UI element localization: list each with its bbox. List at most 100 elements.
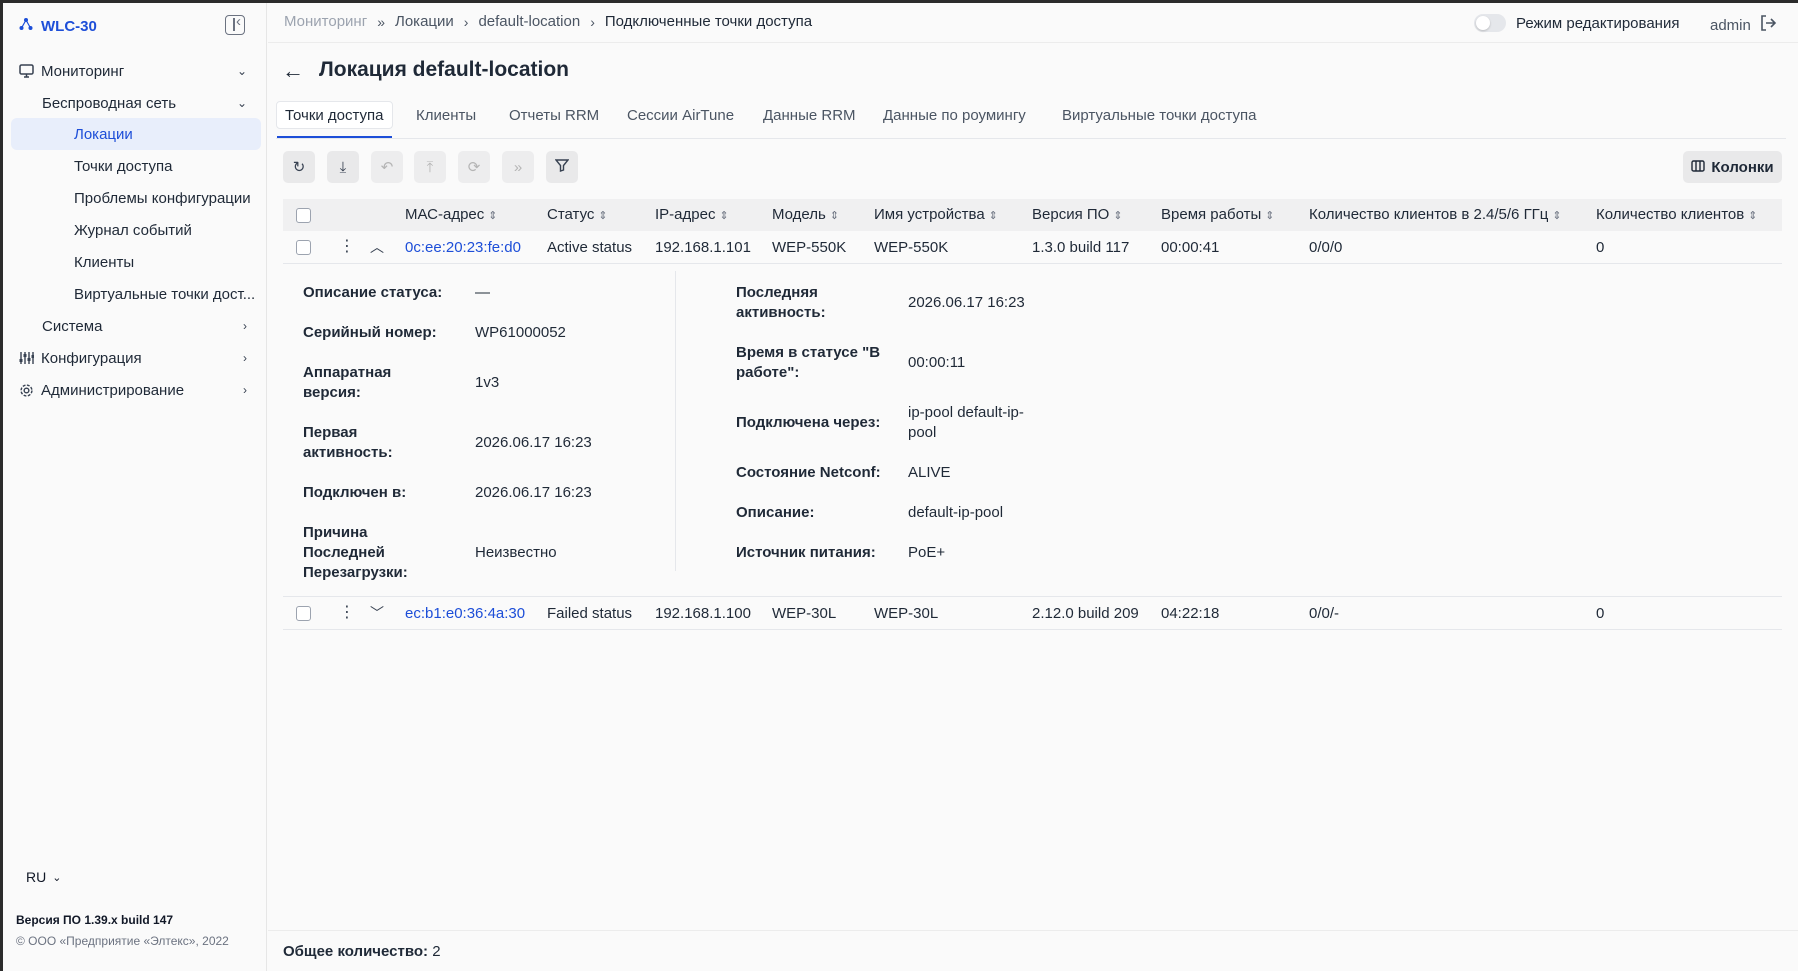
- language-value: RU: [26, 869, 47, 885]
- tab-rrm-data[interactable]: Данные RRM: [755, 101, 864, 129]
- detail-value: 1v3: [475, 374, 500, 391]
- edit-mode-toggle[interactable]: [1474, 14, 1506, 32]
- row-details-panel: Описание статуса: — Серийный номер: WP61…: [283, 265, 1782, 597]
- sidebar-item-configuration[interactable]: Конфигурация ›: [17, 342, 247, 374]
- sidebar-item-locations[interactable]: Локации: [11, 118, 261, 150]
- column-header-device-name[interactable]: Имя устройства ⇕: [874, 206, 998, 223]
- sidebar-item-config-problems[interactable]: Проблемы конфигурации: [74, 182, 251, 214]
- breadcrumb-item[interactable]: default-location: [478, 13, 580, 30]
- sidebar-item-access-points[interactable]: Точки доступа: [74, 150, 173, 182]
- sync-button[interactable]: ⟳: [458, 151, 490, 183]
- sidebar-item-label: Администрирование: [41, 381, 185, 399]
- header-label: МАС-адрес: [405, 206, 485, 223]
- column-header-uptime[interactable]: Время работы ⇕: [1161, 206, 1274, 223]
- tab-airtune-sessions[interactable]: Сессии AirTune: [619, 101, 742, 129]
- sort-icon: ⇕: [719, 210, 729, 222]
- more-vertical-icon[interactable]: ⋮: [339, 602, 355, 622]
- upload-button[interactable]: ⤒: [414, 151, 446, 183]
- chevron-down-icon: ⌄: [236, 96, 247, 110]
- breadcrumb: Мониторинг » Локации › default-location …: [284, 13, 812, 30]
- clients-band-cell: 0/0/0: [1309, 239, 1343, 256]
- sort-icon: ⇕: [1265, 210, 1275, 222]
- refresh-icon: ↻: [292, 159, 306, 176]
- undo-icon: ↶: [380, 159, 394, 176]
- status-cell: Active status: [547, 239, 633, 256]
- sort-icon: ⇕: [488, 210, 498, 222]
- device-name-cell: WEP-30L: [874, 605, 939, 622]
- tab-access-points[interactable]: Точки доступа: [276, 101, 393, 138]
- logout-icon[interactable]: [1759, 14, 1777, 36]
- detail-value: ALIVE: [908, 464, 951, 481]
- column-header-clients[interactable]: Количество клиентов ⇕: [1596, 206, 1757, 223]
- filter-button[interactable]: [546, 151, 578, 183]
- app-name: WLC-30: [41, 17, 97, 35]
- tab-virtual-aps[interactable]: Виртуальные точки доступа: [1054, 101, 1265, 129]
- copyright: © ООО «Предприятие «Элтекс», 2022: [16, 934, 229, 948]
- top-header: Мониторинг » Локации › default-location …: [268, 3, 1798, 43]
- detail-label: Серийный номер:: [303, 324, 437, 341]
- sidebar-item-label: Виртуальные точки дост...: [74, 285, 256, 303]
- chevron-right-icon: ›: [243, 383, 247, 397]
- detail-label: Последняя активность:: [736, 284, 826, 321]
- row-checkbox[interactable]: [296, 606, 311, 621]
- breadcrumb-item[interactable]: Мониторинг: [284, 13, 367, 30]
- mac-link[interactable]: 0c:ee:20:23:fe:d0: [405, 239, 521, 256]
- table-row[interactable]: ⋮ ﹀ ec:b1:e0:36:4a:30 Failed status 192.…: [283, 597, 1782, 630]
- tab-rrm-reports[interactable]: Отчеты RRM: [501, 101, 607, 129]
- columns-button[interactable]: Колонки: [1683, 151, 1782, 183]
- detail-label: Время в статусе "В работе":: [736, 344, 881, 381]
- column-header-model[interactable]: Модель ⇕: [772, 206, 839, 223]
- logo-icon: [19, 17, 33, 35]
- select-all-checkbox[interactable]: [296, 208, 311, 223]
- forward-button[interactable]: »: [502, 151, 534, 183]
- sidebar-item-label: Точки доступа: [74, 157, 173, 175]
- download-button[interactable]: ⤓: [327, 151, 359, 183]
- header-label: Модель: [772, 206, 826, 223]
- sidebar-item-clients[interactable]: Клиенты: [74, 246, 134, 278]
- row-checkbox[interactable]: [296, 240, 311, 255]
- total-label: Общее количество:: [283, 943, 429, 960]
- detail-label: Состояние Netconf:: [736, 464, 881, 481]
- sidebar-item-event-log[interactable]: Журнал событий: [74, 214, 192, 246]
- filter-icon: [554, 158, 570, 176]
- detail-value: 00:00:11: [908, 354, 966, 371]
- tab-roaming-data[interactable]: Данные по роумингу: [875, 101, 1034, 129]
- chevron-right-icon: ›: [243, 351, 247, 365]
- column-header-status[interactable]: Статус ⇕: [547, 206, 608, 223]
- header-label: Имя устройства: [874, 206, 985, 223]
- sidebar-item-virtual-aps[interactable]: Виртуальные точки дост...: [74, 278, 255, 310]
- chevron-up-icon[interactable]: ︿: [370, 237, 384, 257]
- more-vertical-icon[interactable]: ⋮: [339, 236, 355, 256]
- detail-label: Подключен в:: [303, 484, 407, 501]
- column-header-clients-band[interactable]: Количество клиентов в 2.4/5/6 ГГц ⇕: [1309, 206, 1562, 223]
- sidebar-item-administration[interactable]: Администрирование ›: [17, 374, 247, 406]
- chevron-down-icon[interactable]: ﹀: [370, 603, 384, 623]
- sidebar-item-wireless[interactable]: Беспроводная сеть ⌄: [42, 87, 247, 119]
- refresh-button[interactable]: ↻: [283, 151, 315, 183]
- chevron-down-icon: ⌄: [52, 871, 62, 884]
- detail-label: Описание статуса:: [303, 284, 443, 301]
- edit-mode-label: Режим редактирования: [1516, 15, 1680, 32]
- sidebar-item-label: Беспроводная сеть: [42, 94, 177, 112]
- column-header-firmware[interactable]: Версия ПО ⇕: [1032, 206, 1123, 223]
- user-menu[interactable]: admin: [1710, 14, 1777, 36]
- detail-value: 2026.06.17 16:23: [475, 484, 592, 501]
- reboot-button[interactable]: ↶: [371, 151, 403, 183]
- sidebar-collapse-icon[interactable]: [225, 13, 245, 35]
- tab-clients[interactable]: Клиенты: [408, 101, 484, 129]
- breadcrumb-item[interactable]: Локации: [395, 13, 454, 30]
- sidebar-item-monitoring[interactable]: Мониторинг ⌄: [17, 55, 247, 87]
- columns-label: Колонки: [1711, 158, 1774, 176]
- clients-band-cell: 0/0/-: [1309, 605, 1340, 622]
- sidebar-item-label: Локации: [74, 125, 133, 143]
- column-header-ip[interactable]: IP-адрес ⇕: [655, 206, 729, 223]
- table-row[interactable]: ⋮ ︿ 0c:ee:20:23:fe:d0 Active status 192.…: [283, 231, 1782, 264]
- language-select[interactable]: RU ⌄: [26, 869, 61, 885]
- back-arrow-icon[interactable]: ←: [282, 58, 304, 84]
- mac-link[interactable]: ec:b1:e0:36:4a:30: [405, 605, 525, 622]
- sidebar-item-system[interactable]: Система ›: [42, 310, 247, 342]
- app-brand[interactable]: WLC-30: [19, 15, 97, 37]
- column-header-mac[interactable]: МАС-адрес ⇕: [405, 206, 498, 223]
- sort-icon: ⇕: [829, 210, 840, 222]
- total-value: 2: [432, 943, 441, 960]
